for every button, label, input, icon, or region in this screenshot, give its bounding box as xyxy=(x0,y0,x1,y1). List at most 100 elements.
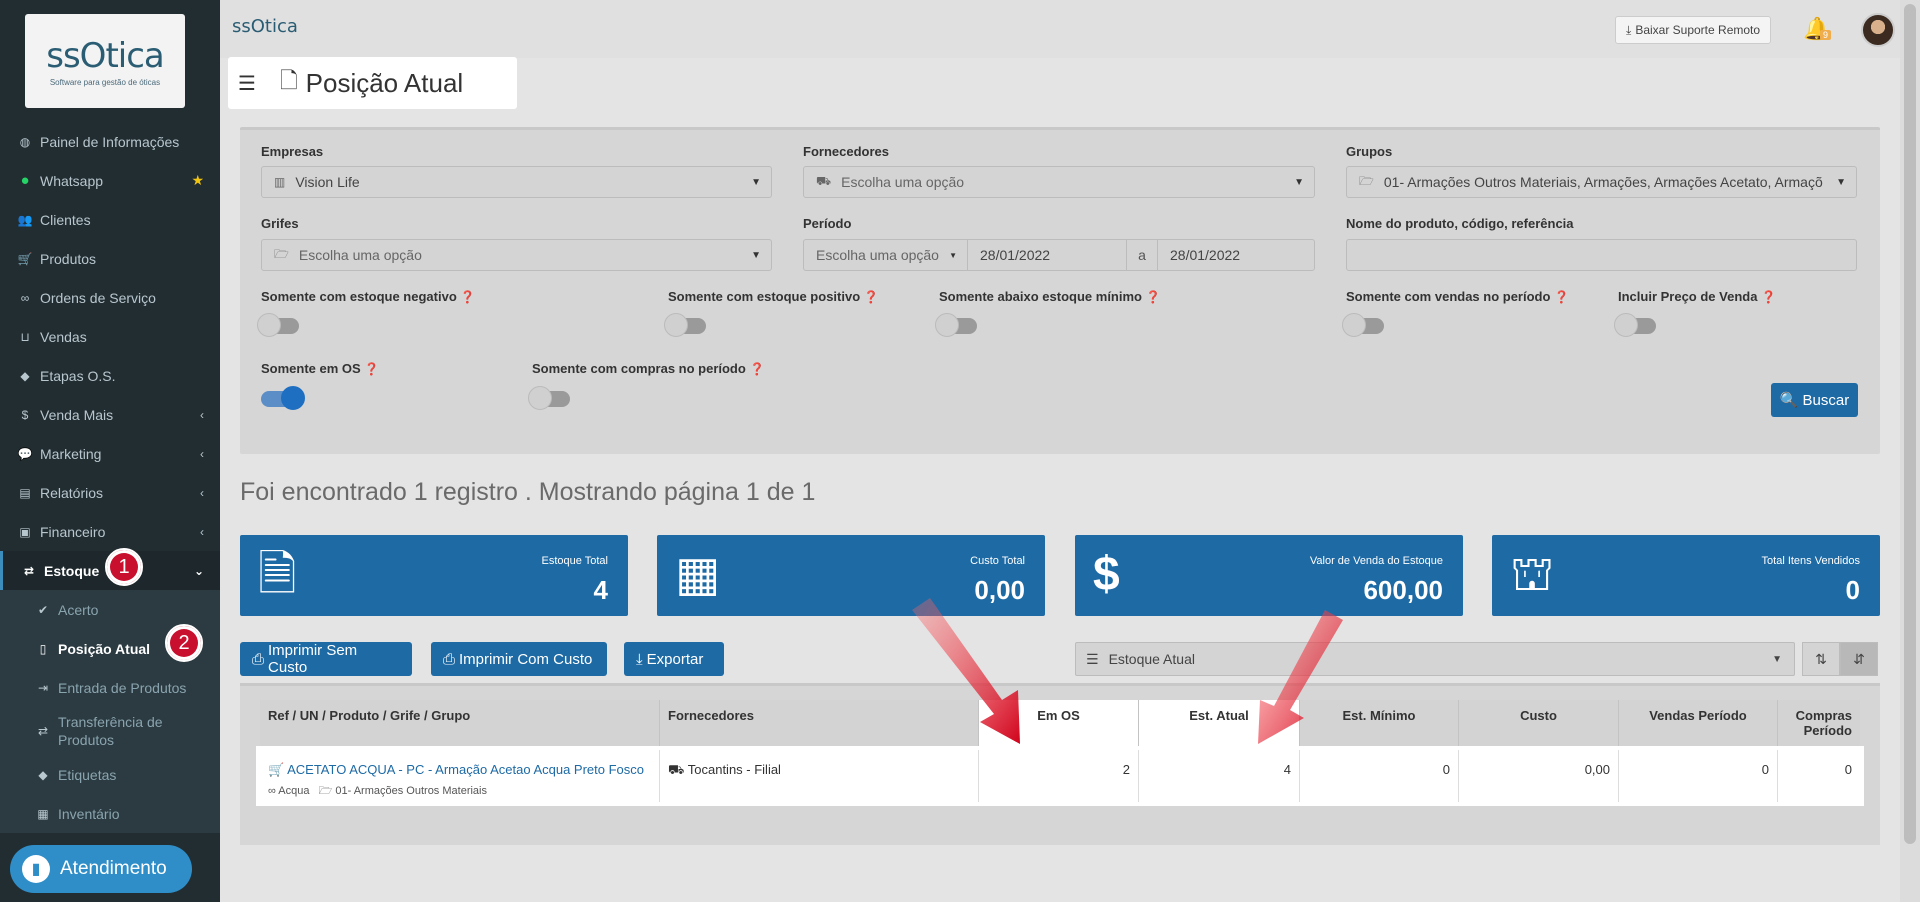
sidebar: ssOtica Software para gestão de óticas ◍… xyxy=(0,0,220,902)
sort-desc-icon: ⇵ xyxy=(1853,650,1865,667)
sidebar-item-label: Venda Mais xyxy=(40,406,114,423)
sidebar-item-label: Financeiro xyxy=(40,523,106,540)
fornecedores-select[interactable]: ⛟ Escolha uma opção ▼ xyxy=(803,166,1315,198)
order-by-select[interactable]: ☰ Estoque Atual ▼ xyxy=(1075,642,1795,676)
sidebar-item-label: Marketing xyxy=(40,445,102,462)
sidebar-item-whatsapp[interactable]: ● Whatsapp ★ xyxy=(0,161,220,200)
sidebar-item-marketing[interactable]: 💬 Marketing ‹ xyxy=(0,434,220,473)
folder-open-icon: 🗁 xyxy=(274,246,289,261)
question-icon: ❓ xyxy=(1554,290,1570,304)
button-label: Imprimir Sem Custo xyxy=(268,642,358,676)
col-compras-periodo[interactable]: Compras Período xyxy=(1778,700,1860,748)
product-link[interactable]: 🛒 ACETATO ACQUA - PC - Armação Acetao Ac… xyxy=(268,762,651,778)
sort-asc-button[interactable]: ⇅ xyxy=(1802,642,1840,676)
toggle-estoque-positivo[interactable] xyxy=(664,313,706,337)
chat-icon: ▮ xyxy=(22,855,50,883)
avatar[interactable] xyxy=(1861,13,1895,47)
stat-label: Valor de Venda do Estoque xyxy=(1309,555,1443,567)
stat-value: 600,00 xyxy=(1363,575,1443,605)
toggle-vendas-periodo[interactable] xyxy=(1342,313,1384,337)
topbar-logo[interactable]: ssOtica xyxy=(232,16,298,37)
atendimento-label: Atendimento xyxy=(60,858,167,879)
col-est-atual[interactable]: Est. Atual xyxy=(1139,700,1300,748)
date-separator: a xyxy=(1126,239,1158,271)
caret-down-icon: ▼ xyxy=(949,250,957,260)
toggle-abaixo-minimo[interactable] xyxy=(935,313,977,337)
sidebar-item-label: Painel de Informações xyxy=(40,133,180,150)
chevron-left-icon: ‹ xyxy=(200,446,204,461)
sidebar-item-produtos[interactable]: 🛒 Produtos xyxy=(0,239,220,278)
file-icon: 🗋 xyxy=(279,68,298,93)
star-icon: ★ xyxy=(191,172,204,188)
toggle-label-vendas-periodo: Somente com vendas no período ❓ xyxy=(1346,289,1569,304)
date-to-input[interactable]: 28/01/2022 xyxy=(1157,239,1315,271)
sidebar-item-transferencia[interactable]: ⇄ Transferência de Produtos xyxy=(0,707,220,755)
col-vendas-periodo[interactable]: Vendas Período xyxy=(1619,700,1778,748)
glasses-icon: ∞ xyxy=(20,290,30,305)
toggle-preco-venda[interactable] xyxy=(1614,313,1656,337)
chevron-left-icon: ‹ xyxy=(200,524,204,539)
result-message: Foi encontrado 1 registro . Mostrando pá… xyxy=(240,478,816,506)
product-name[interactable]: ACETATO ACQUA - PC - Armação Acetao Acqu… xyxy=(287,762,644,777)
hamburger-icon[interactable]: ☰ xyxy=(238,71,256,96)
toggle-text: Incluir Preço de Venda xyxy=(1618,289,1758,304)
sidebar-item-entrada[interactable]: ⇥ Entrada de Produtos xyxy=(0,668,220,707)
toggle-text: Somente abaixo estoque mínimo xyxy=(939,289,1142,304)
atendimento-button[interactable]: ▮ Atendimento xyxy=(10,845,192,893)
sidebar-item-ordens[interactable]: ∞ Ordens de Serviço xyxy=(0,278,220,317)
empresas-select[interactable]: ▥ Vision Life ▼ xyxy=(261,166,772,198)
grupos-select[interactable]: 🗁 01- Armações Outros Materiais, Armações… xyxy=(1346,166,1857,198)
sidebar-item-etiquetas[interactable]: ◆ Etiquetas xyxy=(0,755,220,794)
sort-desc-button[interactable]: ⇵ xyxy=(1840,642,1878,676)
scrollbar-thumb[interactable] xyxy=(1904,4,1916,844)
sidebar-item-inventario[interactable]: ▦ Inventário xyxy=(0,794,220,833)
sidebar-item-financeiro[interactable]: ▣ Financeiro ‹ xyxy=(0,512,220,551)
toggle-compras-periodo[interactable] xyxy=(528,386,570,410)
col-est-minimo[interactable]: Est. Mínimo xyxy=(1300,700,1459,748)
buscar-button[interactable]: 🔍 Buscar xyxy=(1771,383,1858,417)
basket-icon: ⛫ xyxy=(1510,548,1555,601)
sidebar-item-vendas[interactable]: ⊔ Vendas xyxy=(0,317,220,356)
sidebar-item-clientes[interactable]: 👥 Clientes xyxy=(0,200,220,239)
dollar-icon: $ xyxy=(21,407,29,422)
caret-down-icon: ▼ xyxy=(751,176,761,188)
cell-produto: 🛒 ACETATO ACQUA - PC - Armação Acetao Ac… xyxy=(260,750,660,802)
toggle-knob xyxy=(935,313,959,337)
toggle-somente-os[interactable] xyxy=(261,386,305,410)
check-icon: ✔ xyxy=(37,602,49,617)
imprimir-sem-custo-button[interactable]: ⎙ Imprimir Sem Custo xyxy=(240,642,412,676)
sidebar-item-acerto[interactable]: ✔ Acerto xyxy=(0,590,220,629)
sidebar-item-venda-mais[interactable]: $ Venda Mais ‹ xyxy=(0,395,220,434)
periodo-select[interactable]: Escolha uma opção ▼ xyxy=(803,239,968,271)
whatsapp-icon: ● xyxy=(20,172,30,189)
col-produto[interactable]: Ref / UN / Produto / Grife / Grupo xyxy=(260,700,660,748)
col-em-os[interactable]: Em OS xyxy=(979,700,1139,748)
toggle-knob xyxy=(1614,313,1638,337)
toggle-estoque-negativo[interactable] xyxy=(257,313,299,337)
col-custo[interactable]: Custo xyxy=(1459,700,1619,748)
logo[interactable]: ssOtica Software para gestão de óticas xyxy=(25,14,185,108)
dollar-icon: $ xyxy=(1093,548,1120,601)
page-title-box: ☰ 🗋 Posição Atual xyxy=(228,57,517,109)
toggle-label-compras-periodo: Somente com compras no período ❓ xyxy=(532,361,764,376)
date-from-input[interactable]: 28/01/2022 xyxy=(967,239,1127,271)
exportar-button[interactable]: ⤓ Exportar xyxy=(624,642,724,676)
sidebar-menu: ◍ Painel de Informações ● Whatsapp ★ 👥 Clien… xyxy=(0,122,220,833)
stat-value: 0 xyxy=(1845,575,1860,605)
comments-icon: 💬 xyxy=(17,446,33,461)
toggle-label-estoque-negativo: Somente com estoque negativo ❓ xyxy=(261,289,475,304)
suporte-remoto-button[interactable]: ⤓ Baixar Suporte Remoto xyxy=(1615,16,1772,44)
col-fornecedores[interactable]: Fornecedores xyxy=(660,700,979,748)
annotation-badge-1: 1 xyxy=(105,548,143,586)
sidebar-item-etapas[interactable]: ◆ Etapas O.S. xyxy=(0,356,220,395)
scrollbar[interactable] xyxy=(1900,0,1920,902)
nome-produto-input[interactable] xyxy=(1346,239,1857,271)
grifes-select[interactable]: 🗁 Escolha uma opção ▼ xyxy=(261,239,772,271)
sidebar-item-painel[interactable]: ◍ Painel de Informações xyxy=(0,122,220,161)
sidebar-item-relatorios[interactable]: ▤ Relatórios ‹ xyxy=(0,473,220,512)
exchange-icon: ⇄ xyxy=(23,563,35,578)
page-title: Posição Atual xyxy=(305,67,464,98)
truck-icon: ⛟ xyxy=(668,762,685,777)
print-icon: ⎙ xyxy=(252,650,265,668)
imprimir-com-custo-button[interactable]: ⎙ Imprimir Com Custo xyxy=(431,642,607,676)
